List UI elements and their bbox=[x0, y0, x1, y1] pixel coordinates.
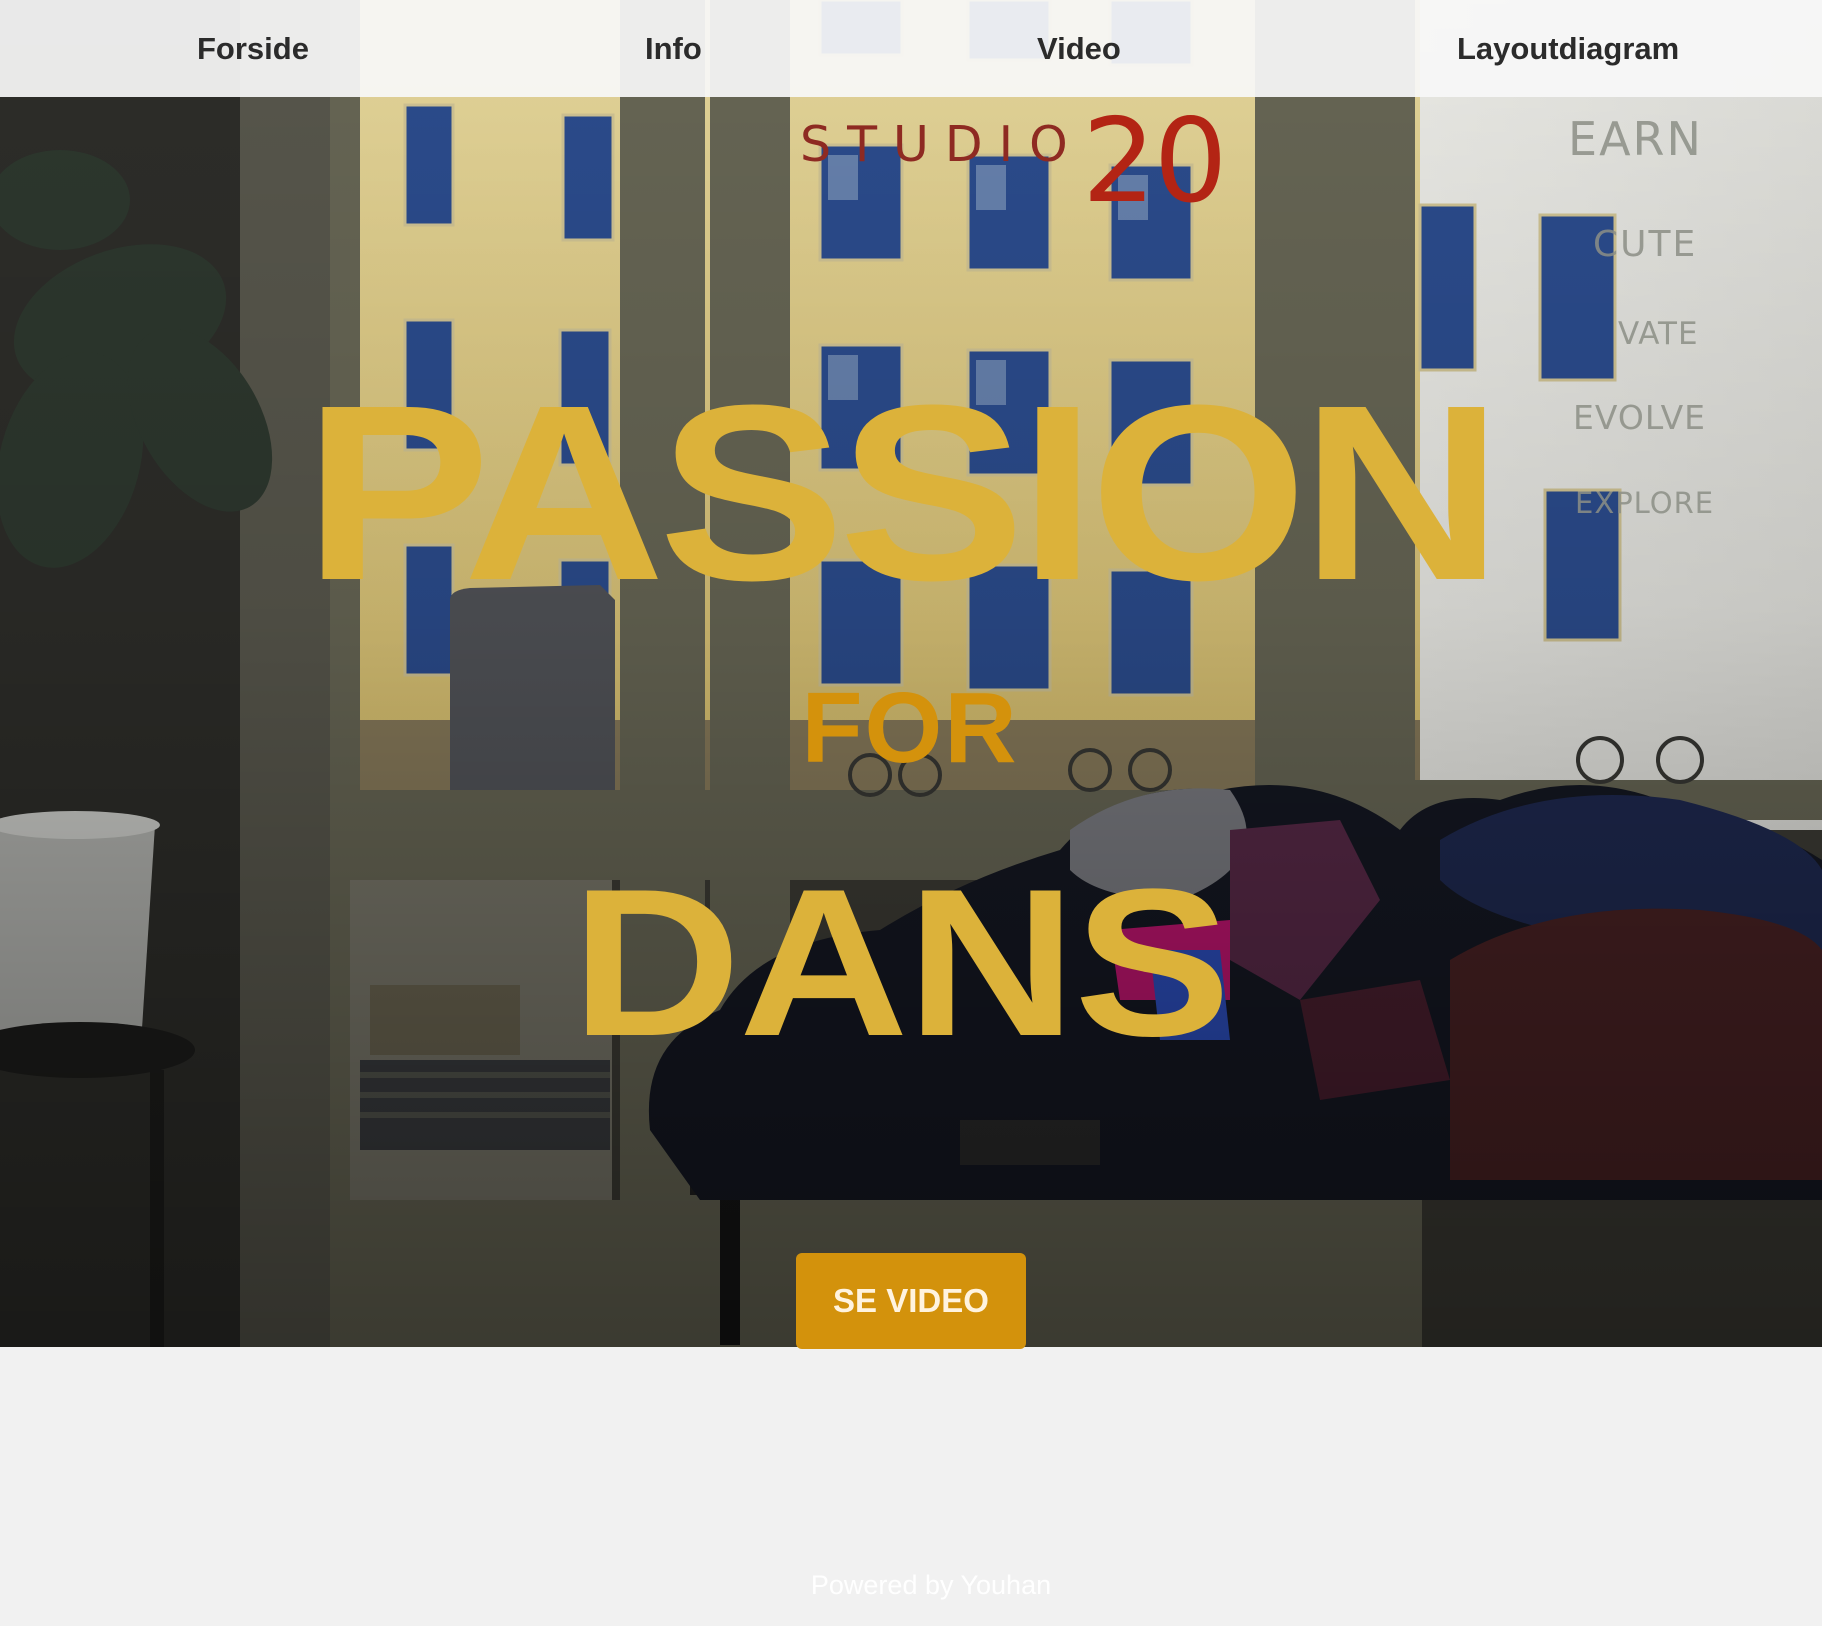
footer-powered-by: Powered by Youhan bbox=[810, 1570, 1052, 1600]
headline-dans: DANS bbox=[571, 845, 1231, 1080]
top-navigation: Forside Info Video Layoutdiagram bbox=[0, 0, 1822, 97]
logo-number: 20 bbox=[1082, 94, 1228, 229]
hero-section: EARN CUTE VATE EVOLVE EXPLORE STUDIO 20 … bbox=[0, 0, 1822, 1347]
wall-word-earn: EARN bbox=[1568, 112, 1703, 166]
logo-studio-text: STUDIO bbox=[800, 116, 1084, 173]
headline-for: FOR bbox=[801, 672, 1019, 784]
headline-passion: PASSION bbox=[303, 353, 1503, 632]
nav-layoutdiagram[interactable]: Layoutdiagram bbox=[1457, 0, 1679, 97]
wall-word-elevate: VATE bbox=[1618, 316, 1699, 352]
wall-word-execute: CUTE bbox=[1593, 224, 1698, 265]
nav-video[interactable]: Video bbox=[1037, 0, 1121, 97]
se-video-button[interactable]: SE VIDEO bbox=[796, 1253, 1026, 1349]
studio-logo: STUDIO 20 bbox=[800, 104, 1250, 228]
nav-info[interactable]: Info bbox=[645, 0, 702, 97]
nav-forside[interactable]: Forside bbox=[197, 0, 309, 97]
